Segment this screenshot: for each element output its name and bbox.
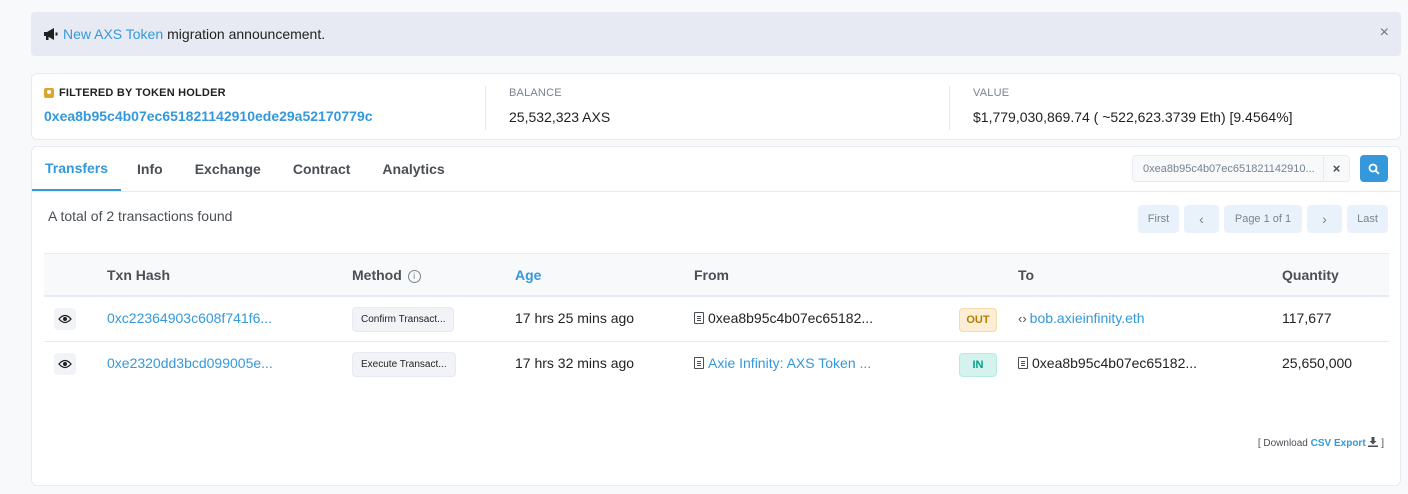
download-icon[interactable] <box>1368 437 1379 447</box>
quantity-cell: 117,677 <box>1282 310 1332 326</box>
from-cell: Axie Infinity: AXS Token ... <box>694 355 871 371</box>
value-value: $1,779,030,869.74 ( ~522,623.3739 Eth) [… <box>973 109 1293 125</box>
header-age[interactable]: Age <box>515 267 541 283</box>
announcement-text: migration announcement. <box>167 26 326 42</box>
announcement-bar: New AXS Token migration announcement. × <box>31 12 1401 56</box>
search-button[interactable] <box>1360 155 1388 182</box>
age-cell: 17 hrs 25 mins ago <box>515 310 635 326</box>
tab-info[interactable]: Info <box>121 147 179 191</box>
eye-icon[interactable] <box>54 353 76 375</box>
tab-transfers[interactable]: Transfers <box>32 147 122 191</box>
table-row: 0xc22364903c608f741f6... Confirm Transac… <box>44 297 1389 342</box>
info-icon[interactable]: i <box>407 270 421 283</box>
balance-column: BALANCE 25,532,323 AXS <box>485 86 949 130</box>
csv-export-link[interactable]: CSV Export <box>1311 438 1366 449</box>
close-icon[interactable]: × <box>1380 24 1389 42</box>
first-page-button[interactable]: First <box>1138 205 1179 233</box>
balance-label: BALANCE <box>509 87 562 99</box>
tab-analytics[interactable]: Analytics <box>366 147 460 191</box>
value-column: VALUE $1,779,030,869.74 ( ~522,623.3739 … <box>949 86 1399 130</box>
table-header: Txn Hash Method i Age From To Quantity <box>44 253 1389 297</box>
pagination: First ‹ Page 1 of 1 › Last <box>1138 205 1388 233</box>
announcement-link[interactable]: New AXS Token <box>63 26 163 42</box>
tab-exchange[interactable]: Exchange <box>179 147 277 191</box>
last-page-button[interactable]: Last <box>1347 205 1388 233</box>
quantity-cell: 25,650,000 <box>1282 355 1353 371</box>
csv-prefix: [ Download <box>1257 438 1308 449</box>
method-badge: Execute Transact... <box>352 352 456 377</box>
filter-value[interactable]: 0xea8b95c4b07ec651821142910... <box>1133 163 1323 175</box>
eye-icon[interactable] <box>54 308 76 330</box>
txn-hash-link[interactable]: 0xe2320dd3bcd099005e... <box>107 355 273 371</box>
header-quantity: Quantity <box>1282 267 1339 283</box>
from-address[interactable]: 0xea8b95c4b07ec65182... <box>708 310 873 326</box>
direction-badge-in: IN <box>959 353 997 377</box>
table-row: 0xe2320dd3bcd099005e... Execute Transact… <box>44 342 1389 387</box>
header-to: To <box>1018 267 1035 283</box>
header-txn-hash: Txn Hash <box>107 267 171 283</box>
to-cell: ‹› bob.axieinfinity.eth <box>1018 310 1145 326</box>
method-badge: Confirm Transact... <box>352 307 455 332</box>
holder-label: FILTERED BY TOKEN HOLDER <box>59 87 226 99</box>
code-icon: ‹› <box>1018 311 1027 326</box>
header-method-label: Method <box>352 267 402 283</box>
to-cell: 0xea8b95c4b07ec65182... <box>1018 355 1197 371</box>
header-from: From <box>694 267 729 283</box>
clear-filter-button[interactable]: × <box>1323 156 1349 181</box>
user-badge-icon <box>44 88 54 98</box>
csv-suffix: ] <box>1381 438 1384 449</box>
contract-file-icon <box>694 357 704 369</box>
to-address-link[interactable]: bob.axieinfinity.eth <box>1030 310 1145 326</box>
next-page-button[interactable]: › <box>1307 205 1342 233</box>
tab-contract[interactable]: Contract <box>277 147 367 191</box>
from-address-link[interactable]: Axie Infinity: AXS Token ... <box>708 355 871 371</box>
balance-value: 25,532,323 AXS <box>509 109 611 125</box>
results-count: A total of 2 transactions found <box>48 208 233 224</box>
from-cell: 0xea8b95c4b07ec65182... <box>694 310 873 326</box>
to-address[interactable]: 0xea8b95c4b07ec65182... <box>1032 355 1197 371</box>
search-icon <box>1368 163 1380 175</box>
page-indicator: Page 1 of 1 <box>1224 205 1302 233</box>
transfers-card: Transfers Info Exchange Contract Analyti… <box>31 146 1401 486</box>
holder-summary: FILTERED BY TOKEN HOLDER 0xea8b95c4b07ec… <box>31 73 1401 140</box>
direction-badge-out: OUT <box>959 308 997 332</box>
megaphone-icon <box>44 28 58 40</box>
age-cell: 17 hrs 32 mins ago <box>515 355 635 371</box>
holder-label-row: FILTERED BY TOKEN HOLDER <box>44 87 473 99</box>
value-label: VALUE <box>973 87 1010 99</box>
csv-export: [ Download CSV Export ] <box>1258 437 1384 449</box>
address-filter-input[interactable]: 0xea8b95c4b07ec651821142910... × <box>1132 155 1350 182</box>
contract-file-icon <box>694 312 704 324</box>
header-method: Method i <box>352 267 421 283</box>
contract-file-icon <box>1018 357 1028 369</box>
holder-column: FILTERED BY TOKEN HOLDER 0xea8b95c4b07ec… <box>32 74 485 139</box>
txn-hash-link[interactable]: 0xc22364903c608f741f6... <box>107 310 272 326</box>
prev-page-button[interactable]: ‹ <box>1184 205 1219 233</box>
holder-address-link[interactable]: 0xea8b95c4b07ec651821142910ede29a5217077… <box>44 108 473 124</box>
